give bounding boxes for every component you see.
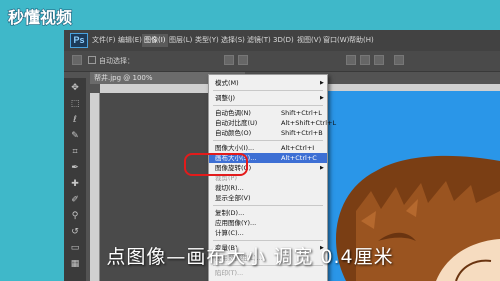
clone-stamp-tool-icon[interactable]: ⚲ xyxy=(69,210,81,222)
menu-3d[interactable]: 3D(D) xyxy=(273,35,294,46)
align-center-icon[interactable] xyxy=(238,55,248,65)
watermark-logo: 秒懂视频 xyxy=(6,6,94,28)
menu-layer[interactable]: 图层(L) xyxy=(169,35,192,46)
options-bar: 自动选择： xyxy=(64,51,500,72)
menu-separator xyxy=(213,90,323,91)
eyedropper-tool-icon[interactable]: ✒ xyxy=(69,162,81,174)
menu-item-auto-tone[interactable]: 自动色调(N) Shift+Ctrl+L xyxy=(209,108,327,118)
menu-help[interactable]: 帮助(H) xyxy=(349,35,374,46)
video-caption: 点图像—画布大小 调宽 0.4厘米 xyxy=(106,246,394,268)
menu-item-trim[interactable]: 裁切(R)... xyxy=(209,183,327,193)
submenu-arrow-icon: ▶ xyxy=(320,95,324,101)
submenu-arrow-icon: ▶ xyxy=(320,80,324,86)
auto-select-checkbox[interactable] xyxy=(88,56,96,64)
watermark-text: 秒懂视频 xyxy=(8,8,72,27)
menu-item-image-size[interactable]: 图像大小(I)... Alt+Ctrl+I xyxy=(209,143,327,153)
marquee-tool-icon[interactable]: ⬚ xyxy=(69,98,81,110)
menu-separator xyxy=(213,205,323,206)
quick-select-tool-icon[interactable]: ✎ xyxy=(69,130,81,142)
move-tool-icon[interactable]: ✥ xyxy=(69,82,81,94)
ps-logo-icon: Ps xyxy=(70,33,88,48)
menu-separator xyxy=(213,105,323,106)
healing-brush-tool-icon[interactable]: ✚ xyxy=(69,178,81,190)
menu-item-auto-color[interactable]: 自动颜色(O) Shift+Ctrl+B xyxy=(209,128,327,138)
menu-item-reveal-all[interactable]: 显示全部(V) xyxy=(209,193,327,203)
menu-select[interactable]: 选择(S) xyxy=(221,35,245,46)
distribute-center-icon[interactable] xyxy=(360,55,370,65)
distribute-left-icon[interactable] xyxy=(346,55,356,65)
menu-bar: Ps 文件(F) 编辑(E) 图像(I) 图层(L) 类型(Y) 选择(S) 滤… xyxy=(64,30,500,51)
auto-select-label: 自动选择： xyxy=(99,57,134,65)
menu-separator xyxy=(213,140,323,141)
menu-view[interactable]: 视图(V) xyxy=(297,35,321,46)
distribute-right-icon[interactable] xyxy=(374,55,384,65)
menu-item-adjust[interactable]: 调整(J) ▶ xyxy=(209,93,327,103)
menu-filter[interactable]: 滤镜(T) xyxy=(247,35,271,46)
lasso-tool-icon[interactable]: ℓ xyxy=(69,114,81,126)
align-left-icon[interactable] xyxy=(224,55,234,65)
highlight-annotation-circle xyxy=(184,153,248,176)
align-mode-icon[interactable] xyxy=(394,55,404,65)
menu-item-apply-image[interactable]: 应用图像(Y)... xyxy=(209,218,327,228)
menu-type[interactable]: 类型(Y) xyxy=(195,35,219,46)
menu-item-auto-contrast[interactable]: 自动对比度(U) Alt+Shift+Ctrl+L xyxy=(209,118,336,128)
menu-item-duplicate[interactable]: 复制(D)... xyxy=(209,208,327,218)
menu-item-mode[interactable]: 模式(M) ▶ xyxy=(209,78,327,88)
menu-edit[interactable]: 编辑(E) xyxy=(118,35,142,46)
menu-image[interactable]: 图像(I) xyxy=(142,34,168,47)
submenu-arrow-icon: ▶ xyxy=(320,165,324,171)
brush-tool-icon[interactable]: ✐ xyxy=(69,194,81,206)
menu-window[interactable]: 窗口(W) xyxy=(323,35,349,46)
menu-file[interactable]: 文件(F) xyxy=(92,35,116,46)
move-tool-icon[interactable] xyxy=(72,55,82,65)
crop-tool-icon[interactable]: ⌗ xyxy=(69,146,81,158)
